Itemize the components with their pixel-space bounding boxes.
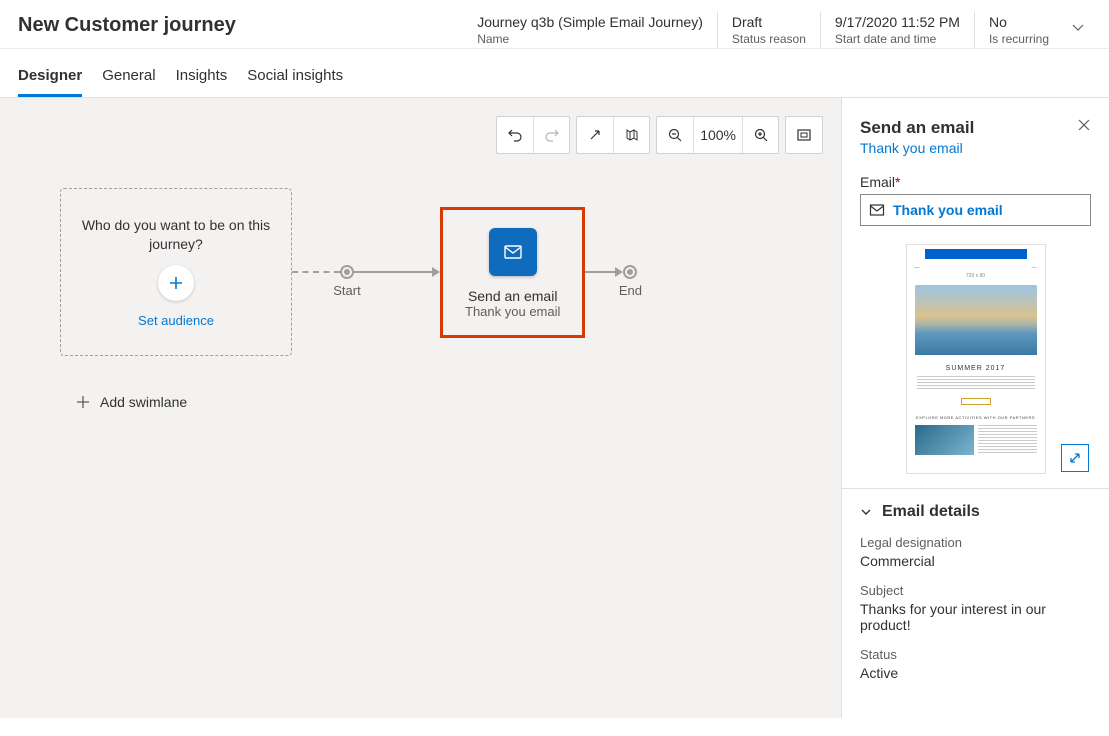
- status-value: Active: [860, 665, 1091, 681]
- start-label: Start: [333, 283, 360, 298]
- header-field-value: 9/17/2020 11:52 PM: [835, 14, 960, 30]
- header-field-start-date[interactable]: 9/17/2020 11:52 PM Start date and time: [820, 12, 974, 48]
- properties-panel: Send an email Thank you email Email* Tha…: [841, 97, 1109, 718]
- mail-icon: [869, 202, 885, 218]
- email-tile-selected[interactable]: Send an email Thank you email: [440, 207, 585, 338]
- header-field-value: No: [989, 14, 1049, 30]
- email-field-value: Thank you email: [893, 202, 1003, 218]
- header-field-label: Is recurring: [989, 32, 1049, 46]
- preview-footer-line: EXPLORE MORE ACTIVITIES WITH OUR PARTNER…: [915, 415, 1037, 420]
- page-title: New Customer journey: [18, 12, 463, 37]
- start-node: Start: [340, 265, 354, 279]
- email-lookup-field[interactable]: Thank you email: [860, 194, 1091, 226]
- subject-label: Subject: [860, 583, 1091, 598]
- email-preview: —— 720 x 90 SUMMER 2017 EXPLORE MORE ACT…: [860, 244, 1091, 474]
- header-field-label: Name: [477, 32, 703, 46]
- tab-bar: Designer General Insights Social insight…: [0, 49, 1109, 97]
- email-details-section: Email details Legal designation Commerci…: [842, 488, 1109, 695]
- page-header: New Customer journey Journey q3b (Simple…: [0, 0, 1109, 49]
- email-field-label: Email*: [860, 174, 1091, 190]
- audience-placeholder[interactable]: Who do you want to be on this journey? S…: [60, 188, 292, 356]
- tile-title: Send an email: [468, 288, 558, 304]
- minimap-button[interactable]: [613, 117, 649, 153]
- add-swimlane-button[interactable]: Add swimlane: [76, 394, 187, 410]
- subject-value: Thanks for your interest in our product!: [860, 601, 1091, 633]
- fit-to-screen-button[interactable]: [786, 117, 822, 153]
- end-label: End: [619, 283, 642, 298]
- section-title: Email details: [882, 503, 980, 521]
- undo-button[interactable]: [497, 117, 533, 153]
- header-fields: Journey q3b (Simple Email Journey) Name …: [463, 12, 1063, 48]
- connector: Start: [292, 265, 440, 279]
- connector-line: [585, 271, 615, 273]
- expand-header-button[interactable]: [1063, 12, 1091, 37]
- email-tile-icon[interactable]: [489, 228, 537, 276]
- expand-preview-button[interactable]: [1061, 444, 1089, 472]
- redo-button[interactable]: [533, 117, 569, 153]
- connector: End: [585, 265, 637, 279]
- panel-header: Send an email Thank you email: [842, 98, 1109, 160]
- header-field-label: Start date and time: [835, 32, 960, 46]
- dashed-connector-line: [292, 271, 340, 273]
- zoom-in-button[interactable]: [742, 117, 778, 153]
- end-node: End: [623, 265, 637, 279]
- preview-headline: SUMMER 2017: [907, 365, 1045, 372]
- legal-designation-label: Legal designation: [860, 535, 1091, 550]
- panel-title: Send an email: [860, 118, 1077, 138]
- designer-canvas: 100% Who do you want to be on this journ…: [0, 97, 841, 718]
- add-audience-button[interactable]: [158, 265, 194, 301]
- journey-flow: Who do you want to be on this journey? S…: [60, 188, 637, 356]
- email-thumbnail[interactable]: —— 720 x 90 SUMMER 2017 EXPLORE MORE ACT…: [906, 244, 1046, 474]
- header-field-name[interactable]: Journey q3b (Simple Email Journey) Name: [463, 12, 717, 48]
- arrow-icon: [615, 267, 623, 277]
- plus-icon: [76, 395, 90, 409]
- tab-insights[interactable]: Insights: [176, 67, 228, 97]
- tab-designer[interactable]: Designer: [18, 67, 82, 97]
- set-audience-link[interactable]: Set audience: [138, 313, 214, 328]
- section-toggle[interactable]: Email details: [860, 503, 1091, 521]
- header-field-value: Journey q3b (Simple Email Journey): [477, 14, 703, 30]
- audience-prompt: Who do you want to be on this journey?: [79, 216, 273, 254]
- canvas-toolbar: 100%: [496, 116, 823, 154]
- connector-line: [354, 271, 432, 273]
- arrow-icon: [432, 267, 440, 277]
- tab-social-insights[interactable]: Social insights: [247, 67, 343, 97]
- add-swimlane-label: Add swimlane: [100, 394, 187, 410]
- tab-general[interactable]: General: [102, 67, 155, 97]
- status-label: Status: [860, 647, 1091, 662]
- chevron-down-icon: [860, 506, 872, 518]
- main-area: 100% Who do you want to be on this journ…: [0, 97, 1109, 718]
- panel-body: Email* Thank you email —— 720 x 90 SUMME…: [842, 160, 1109, 488]
- legal-designation-value: Commercial: [860, 553, 1091, 569]
- tile-subtitle: Thank you email: [465, 304, 560, 319]
- zoom-level[interactable]: 100%: [693, 117, 742, 153]
- header-field-status[interactable]: Draft Status reason: [717, 12, 820, 48]
- zoom-out-button[interactable]: [657, 117, 693, 153]
- email-name-link[interactable]: Thank you email: [860, 140, 1077, 156]
- header-field-label: Status reason: [732, 32, 806, 46]
- close-panel-button[interactable]: [1077, 118, 1091, 135]
- expand-canvas-button[interactable]: [577, 117, 613, 153]
- header-field-value: Draft: [732, 14, 806, 30]
- header-field-recurring[interactable]: No Is recurring: [974, 12, 1063, 48]
